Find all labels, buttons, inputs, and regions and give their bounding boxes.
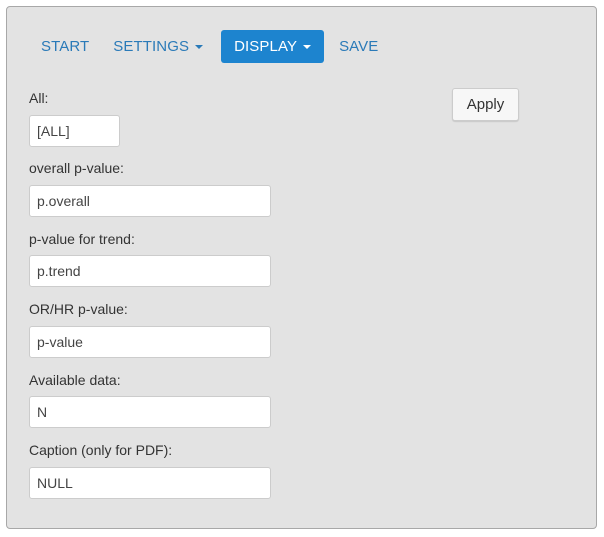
- all-input[interactable]: [29, 115, 120, 147]
- or-hr-p-value-label: OR/HR p-value:: [29, 301, 128, 317]
- trend-p-value-label: p-value for trend:: [29, 231, 135, 247]
- trend-p-value-input[interactable]: [29, 255, 271, 287]
- display-panel: START SETTINGS DISPLAY SAVE Apply All: o…: [6, 6, 597, 529]
- nav-settings-label: SETTINGS: [113, 38, 190, 55]
- nav-display-label: DISPLAY: [234, 38, 298, 55]
- nav-settings-dropdown[interactable]: SETTINGS: [101, 30, 215, 63]
- caption-label: Caption (only for PDF):: [29, 442, 173, 458]
- nav-save-label: SAVE: [339, 38, 379, 55]
- nav-start-label: START: [41, 38, 90, 55]
- caret-down-icon: [195, 45, 204, 49]
- all-label: All:: [29, 90, 49, 106]
- nav-start[interactable]: START: [29, 30, 101, 63]
- top-nav: START SETTINGS DISPLAY SAVE: [29, 30, 390, 63]
- nav-save[interactable]: SAVE: [327, 30, 390, 63]
- or-hr-p-value-input[interactable]: [29, 326, 271, 358]
- caption-input[interactable]: [29, 467, 271, 499]
- available-data-label: Available data:: [29, 372, 121, 388]
- overall-p-value-input[interactable]: [29, 185, 271, 217]
- available-data-input[interactable]: [29, 396, 271, 428]
- apply-button[interactable]: Apply: [452, 88, 519, 121]
- nav-display-dropdown[interactable]: DISPLAY: [221, 30, 325, 63]
- overall-p-value-label: overall p-value:: [29, 160, 124, 176]
- caret-down-icon: [303, 45, 312, 49]
